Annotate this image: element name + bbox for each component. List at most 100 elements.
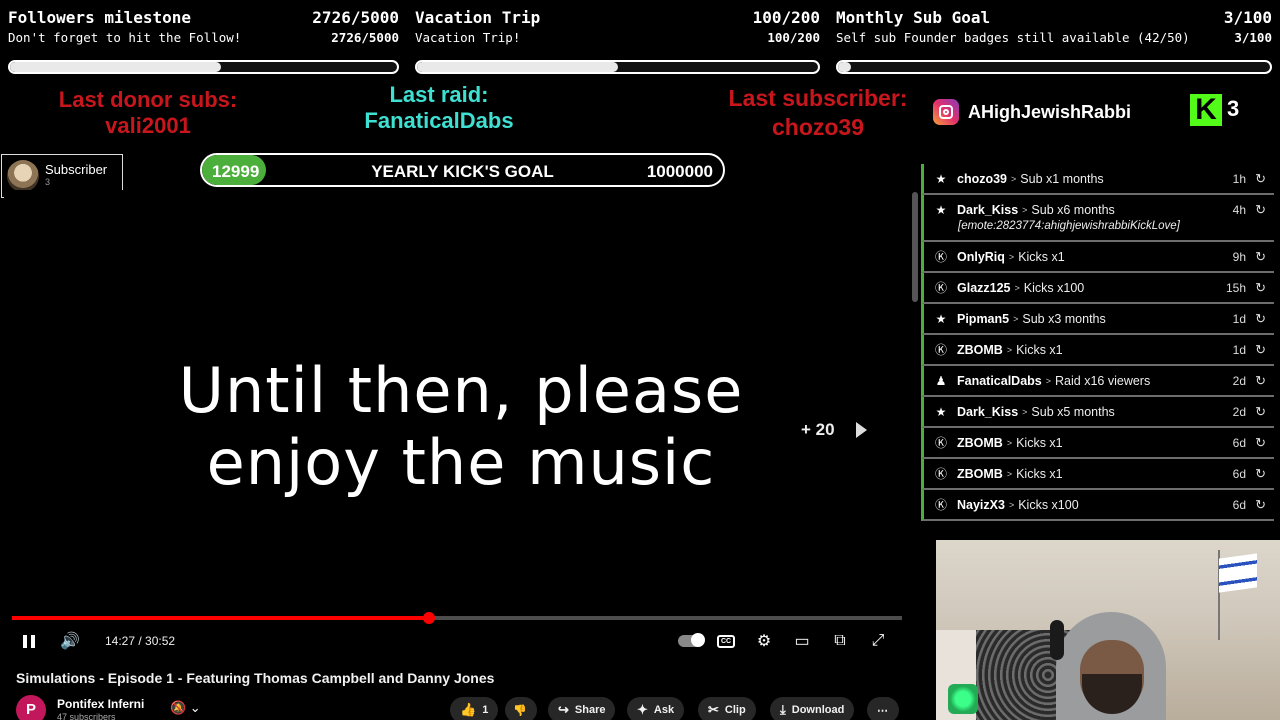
last-subscriber: Last subscriber: chozo39: [700, 84, 936, 142]
video-title: Simulations - Episode 1 - Featuring Thom…: [16, 670, 495, 686]
notification-bell-button[interactable]: 🔕 ⌄: [170, 700, 218, 720]
yearly-goal-label: YEARLY KICK'S GOAL: [371, 162, 554, 181]
ask-button[interactable]: ✦ Ask: [627, 697, 685, 720]
goal-count-secondary: 100/200: [767, 30, 820, 45]
event-row: ★ chozo39 > Sub x1 months 1h ↻: [921, 164, 1274, 195]
yearly-kicks-goal: 12999 YEARLY KICK'S GOAL 1000000: [200, 153, 725, 187]
fullscreen-button[interactable]: ⤢: [867, 630, 889, 652]
event-message: [emote:2823774:ahighjewishrabbiKickLove]: [958, 220, 1180, 232]
last-raid-value: FanaticalDabs: [364, 108, 514, 133]
separator-icon: >: [1022, 406, 1028, 417]
more-icon: ⋯: [877, 704, 888, 717]
download-button[interactable]: ⤓ Download: [770, 697, 855, 720]
replay-icon[interactable]: ↻: [1255, 404, 1266, 420]
goal-subtitle: Don't forget to hit the Follow!: [8, 30, 242, 45]
last-donor-label: Last donor subs:: [58, 87, 238, 112]
replay-icon[interactable]: ↻: [1255, 202, 1266, 218]
event-time: 2d: [1232, 405, 1246, 419]
channel-avatar[interactable]: P: [16, 695, 46, 720]
event-action: Sub x6 months: [1031, 202, 1115, 217]
caption-line-2: enjoy the music: [206, 426, 716, 499]
event-row: ♟ FanaticalDabs > Raid x16 viewers 2d ↻: [921, 366, 1274, 397]
video-progress-fill: [12, 616, 429, 620]
channel-name[interactable]: Pontifex Inferni: [57, 697, 144, 711]
kick-icon: Ⓚ: [934, 467, 947, 481]
separator-icon: >: [1013, 313, 1019, 324]
separator-icon: >: [1022, 204, 1028, 215]
cast-icon: ⧉: [834, 632, 846, 649]
goal-title: Monthly Sub Goal: [836, 8, 991, 27]
event-user: chozo39: [957, 171, 1008, 186]
cast-button[interactable]: ⧉: [829, 630, 851, 652]
replay-icon[interactable]: ↻: [1255, 373, 1266, 389]
star-icon: ★: [935, 171, 947, 186]
separator-icon: >: [1006, 468, 1013, 479]
separator-icon: >: [1008, 251, 1015, 262]
replay-icon[interactable]: ↻: [1255, 280, 1266, 296]
event-action: Kicks x1: [1016, 342, 1063, 357]
event-action: Sub x3 months: [1022, 311, 1106, 326]
ask-label: Ask: [653, 704, 675, 716]
goal-subtitle: Self sub Founder badges still available …: [836, 30, 1190, 45]
download-icon: ⤓: [780, 702, 786, 717]
event-row: Ⓚ NayizX3 > Kicks x100 6d ↻: [921, 490, 1274, 521]
event-action: Kicks x1: [1016, 466, 1063, 481]
event-action: Kicks x100: [1018, 497, 1079, 512]
goal-progress-bar: [415, 60, 820, 74]
theater-icon: ▭: [794, 633, 810, 650]
kick-icon: Ⓚ: [934, 498, 947, 512]
event-feed: ★ chozo39 > Sub x1 months 1h ↻ ★ Dark_Kiss > Sub …: [921, 164, 1274, 532]
last-subscriber-label: Last subscriber:: [728, 85, 908, 111]
clip-button[interactable]: ✂ Clip: [698, 697, 756, 720]
separator-icon: >: [1011, 173, 1017, 184]
replay-icon[interactable]: ↻: [1255, 435, 1266, 451]
goal-count-secondary: 2726/5000: [331, 30, 399, 45]
event-user: Pipman5: [957, 311, 1010, 326]
bell-off-icon: 🔕 ⌄: [170, 700, 201, 715]
settings-button[interactable]: ⚙: [753, 630, 775, 652]
event-time: 1d: [1232, 312, 1246, 326]
replay-icon[interactable]: ↻: [1255, 497, 1266, 513]
goal-count: 2726/5000: [312, 8, 399, 27]
event-action: Sub x5 months: [1031, 404, 1115, 419]
pause-icon: [23, 634, 35, 648]
like-button[interactable]: 👍 1: [450, 697, 499, 720]
goal-title: Followers milestone: [8, 8, 192, 27]
event-action: Kicks x100: [1023, 280, 1085, 295]
goal-progress-bar: [836, 60, 1272, 74]
goal-monthly-sub: Monthly Sub Goal Self sub Founder badges…: [836, 6, 1272, 78]
video-progress-bar[interactable]: [12, 612, 902, 624]
scrollbar[interactable]: [912, 192, 918, 302]
more-actions-button[interactable]: ⋯: [867, 697, 899, 720]
dislike-button[interactable]: 👎: [505, 697, 537, 720]
replay-icon[interactable]: ↻: [1255, 342, 1266, 358]
event-time: 9h: [1232, 250, 1246, 264]
theater-mode-button[interactable]: ▭: [791, 630, 813, 652]
pause-button[interactable]: [18, 630, 40, 652]
seek-forward-icon: [856, 422, 867, 438]
replay-icon[interactable]: ↻: [1255, 466, 1266, 482]
replay-icon[interactable]: ↻: [1255, 171, 1266, 187]
goal-count-secondary: 3/100: [1234, 30, 1272, 45]
scrubber-handle[interactable]: [422, 612, 435, 624]
like-count: 1: [482, 704, 489, 716]
cc-icon: CC: [717, 634, 735, 648]
goal-progress-fill: [10, 62, 221, 72]
video-player[interactable]: Until then, please enjoy the music + 20 …: [4, 190, 910, 660]
replay-icon[interactable]: ↻: [1255, 311, 1266, 327]
event-user: ZBOMB: [957, 435, 1003, 450]
share-button[interactable]: ↪ Share: [548, 697, 616, 720]
channel-subscriber-count: 47 subscribers: [57, 712, 116, 720]
captions-button[interactable]: CC: [715, 630, 737, 652]
flag-icon: [1219, 553, 1257, 593]
video-caption: Until then, please enjoy the music: [126, 355, 796, 499]
last-raid-label: Last raid:: [389, 82, 489, 107]
goal-progress-fill: [838, 62, 851, 72]
volume-button[interactable]: 🔊: [59, 630, 81, 652]
event-user: OnlyRiq: [957, 249, 1005, 264]
autoplay-toggle[interactable]: [676, 630, 706, 652]
kick-icon: Ⓚ: [934, 436, 947, 450]
replay-icon[interactable]: ↻: [1255, 249, 1266, 265]
event-row: ★ Dark_Kiss > Sub x5 months 2d ↻: [921, 397, 1274, 428]
goal-progress-fill: [417, 62, 618, 72]
